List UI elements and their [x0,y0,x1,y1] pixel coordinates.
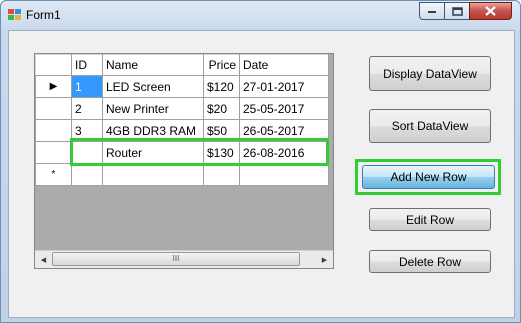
column-header-date[interactable]: Date [239,54,329,76]
add-new-row-button[interactable]: Add New Row [362,165,495,189]
grid-corner-header[interactable] [35,54,72,76]
close-button[interactable] [469,2,512,20]
new-row[interactable]: * [35,163,329,186]
cell-id[interactable]: 1 [71,75,103,98]
cell-name[interactable]: LED Screen [102,75,204,98]
maximize-icon [451,6,463,16]
delete-row-button[interactable]: Delete Row [369,250,491,273]
row-header[interactable] [35,119,72,142]
title-bar[interactable]: Form1 [1,1,520,29]
scroll-left-arrow-icon[interactable]: ◀ [35,251,52,268]
cell-date[interactable]: 25-05-2017 [239,97,329,120]
edit-row-button[interactable]: Edit Row [369,208,491,231]
window-title: Form1 [26,8,61,22]
cell-date[interactable]: 27-01-2017 [239,75,329,98]
row-header[interactable] [35,141,72,164]
table-row[interactable]: 2 New Printer $20 25-05-2017 [35,97,329,120]
cell-price[interactable] [203,163,240,186]
display-dataview-button[interactable]: Display DataView [369,56,491,91]
form1-window: Form1 ID Name Price Date ▶ 1 LED Screen … [0,0,521,323]
sort-dataview-button[interactable]: Sort DataView [369,109,491,143]
scroll-thumb[interactable]: III [52,252,300,266]
new-row-highlight-box [70,138,329,166]
cell-date[interactable] [239,163,329,186]
column-header-id[interactable]: ID [71,54,103,76]
grid-table: ID Name Price Date ▶ 1 LED Screen $120 2… [35,54,329,186]
column-header-name[interactable]: Name [102,54,204,76]
cell-price[interactable]: $20 [203,97,240,120]
maximize-button[interactable] [444,2,470,20]
scroll-right-arrow-icon[interactable]: ▶ [316,251,333,268]
cell-price[interactable]: $120 [203,75,240,98]
cell-id[interactable] [71,163,103,186]
app-icon [8,9,21,20]
close-icon [485,6,496,16]
cell-name[interactable] [102,163,204,186]
table-row[interactable]: ▶ 1 LED Screen $120 27-01-2017 [35,75,329,98]
row-header[interactable] [35,97,72,120]
grid-header-row: ID Name Price Date [35,54,329,76]
minimize-button[interactable] [419,2,445,20]
new-row-indicator-icon[interactable]: * [35,163,72,186]
cell-id[interactable]: 2 [71,97,103,120]
column-header-price[interactable]: Price [203,54,240,76]
cell-name[interactable]: New Printer [102,97,204,120]
current-row-indicator-icon[interactable]: ▶ [35,75,72,98]
form-client-area: ID Name Price Date ▶ 1 LED Screen $120 2… [8,30,515,318]
horizontal-scrollbar[interactable]: ◀ III ▶ [35,250,333,268]
minimize-icon [428,11,436,13]
